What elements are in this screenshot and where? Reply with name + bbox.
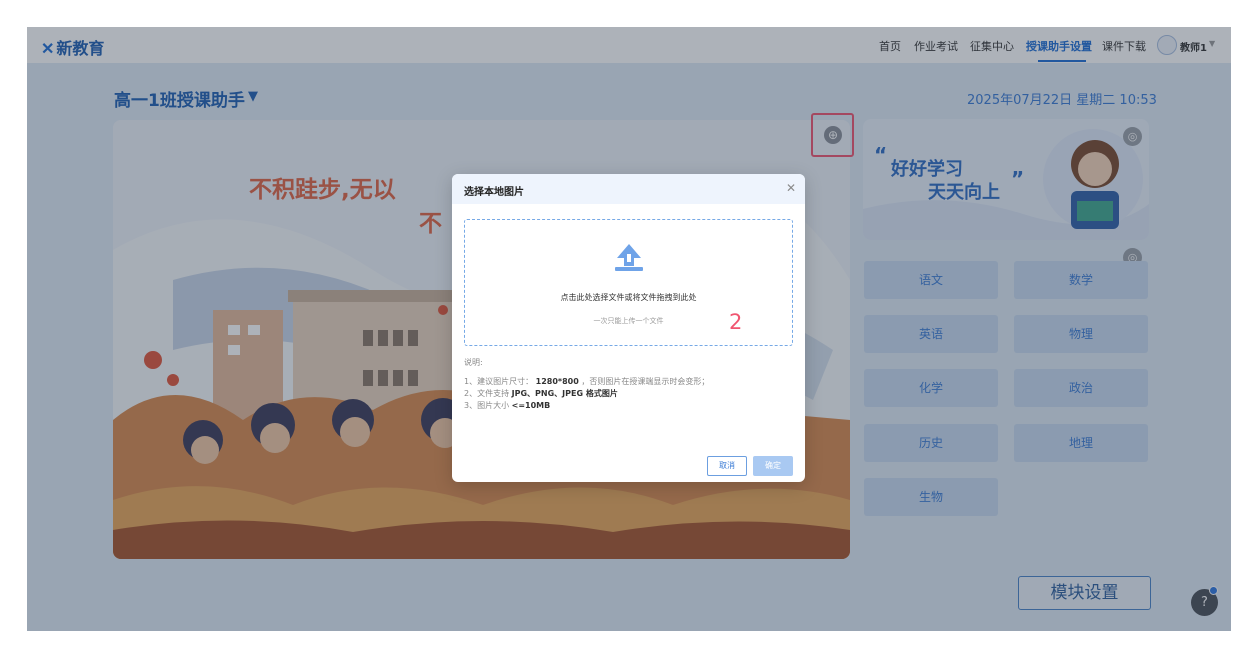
- dialog-header: 选择本地图片 ✕: [452, 174, 805, 204]
- select-image-dialog: 选择本地图片 ✕ 点击此处选择文件或将文件拖拽到此处 一次只能上传一个文件 2 …: [452, 174, 805, 482]
- annotation-step-2: 2: [729, 310, 743, 334]
- note-1: 1、建议图片尺寸： 1280*800 ，否则图片在授课端显示时会变形；: [464, 377, 710, 386]
- file-drop-zone[interactable]: 点击此处选择文件或将文件拖拽到此处 一次只能上传一个文件 2: [464, 219, 793, 346]
- drop-zone-subtext: 一次只能上传一个文件: [593, 317, 664, 325]
- upload-instructions: 说明: 1、建议图片尺寸： 1280*800 ，否则图片在授课端显示时会变形； …: [464, 357, 709, 412]
- app-window: ✕ 新教育 首页 作业考试 征集中心 授课助手设置 课件下载 教师1 ▼ 高一1班…: [27, 27, 1231, 631]
- cancel-button[interactable]: 取消: [707, 456, 747, 476]
- close-icon[interactable]: ✕: [786, 181, 796, 195]
- dialog-title: 选择本地图片: [464, 187, 524, 198]
- drop-zone-text: 点击此处选择文件或将文件拖拽到此处: [560, 293, 697, 302]
- notes-title: 说明:: [464, 358, 483, 367]
- confirm-button[interactable]: 确定: [753, 456, 793, 476]
- note-3: 3、图片大小 <=10MB: [464, 401, 551, 410]
- upload-icon: [615, 244, 643, 271]
- note-2: 2、文件支持 JPG、PNG、JPEG 格式图片: [464, 389, 618, 398]
